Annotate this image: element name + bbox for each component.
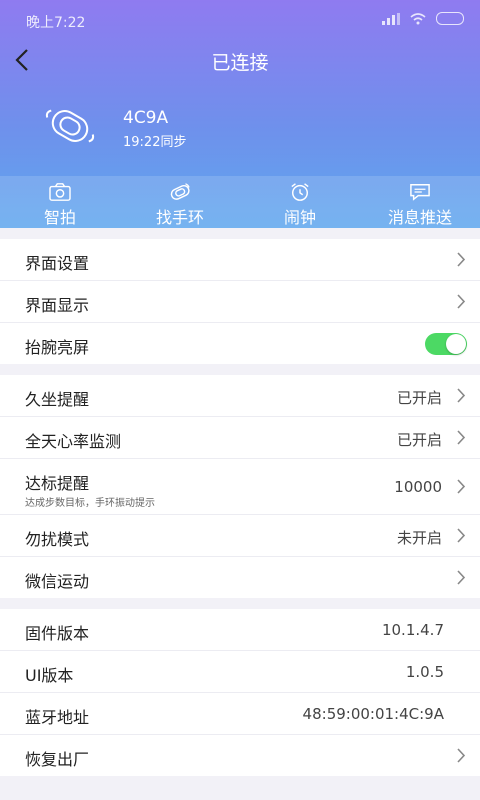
row-do-not-disturb[interactable]: 勿扰模式 未开启 (0, 515, 480, 557)
chevron-right-icon (457, 430, 466, 445)
chevron-right-icon (457, 479, 466, 494)
row-label: 勿扰模式 (25, 530, 90, 549)
row-label: 微信运动 (25, 572, 90, 591)
action-message-push[interactable]: 消息推送 (360, 176, 480, 228)
action-label: 找手环 (155, 208, 204, 227)
row-value: 48:59:00:01:4C:9A (302, 705, 444, 723)
row-label: 固件版本 (25, 624, 90, 643)
row-value: 10000 (394, 478, 442, 496)
band-icon (45, 109, 95, 143)
action-label: 消息推送 (387, 208, 452, 227)
quick-actions: 智拍 找手环 闹钟 消息推送 (0, 176, 480, 228)
row-interface-display[interactable]: 界面显示 (0, 281, 480, 323)
page-title: 已连接 (211, 52, 269, 74)
row-factory-reset[interactable]: 恢复出厂 (0, 735, 480, 776)
action-label: 闹钟 (283, 208, 316, 227)
row-label: 恢复出厂 (25, 750, 90, 769)
row-label: 界面设置 (25, 254, 90, 273)
device-sync-time: 19:22同步 (123, 135, 187, 150)
device-info: 4C9A 19:22同步 (0, 92, 480, 162)
row-label: 蓝牙地址 (25, 708, 90, 727)
row-label: 达标提醒 (25, 474, 90, 493)
row-label: 久坐提醒 (25, 390, 90, 409)
row-label: 抬腕亮屏 (25, 338, 90, 357)
action-label: 智拍 (43, 208, 76, 227)
chevron-right-icon (457, 528, 466, 543)
row-value: 已开启 (396, 389, 442, 407)
status-bar: 晚上7:22 (0, 0, 480, 40)
camera-icon (49, 183, 71, 201)
chevron-right-icon (457, 748, 466, 763)
status-time: 晚上7:22 (26, 15, 86, 31)
row-sedentary-reminder[interactable]: 久坐提醒 已开启 (0, 375, 480, 417)
row-value: 已开启 (396, 431, 442, 449)
row-value: 10.1.4.7 (381, 621, 444, 639)
message-icon (410, 184, 430, 201)
action-alarm[interactable]: 闹钟 (240, 176, 360, 228)
settings-group-device-info: 固件版本 10.1.4.7 UI版本 1.0.5 蓝牙地址 48:59:00:0… (0, 609, 480, 776)
row-bluetooth-address: 蓝牙地址 48:59:00:01:4C:9A (0, 693, 480, 735)
device-name: 4C9A (123, 108, 169, 128)
header: 晚上7:22 已连接 4C9A 19:22同步 智拍 找手环 闹钟 消息推送 (0, 0, 480, 228)
row-interface-settings[interactable]: 界面设置 (0, 239, 480, 281)
settings-group-reminders: 久坐提醒 已开启 全天心率监测 已开启 达标提醒 达成步数目标，手环振动提示 1… (0, 375, 480, 598)
alarm-clock-icon (291, 183, 309, 201)
raise-to-wake-toggle[interactable] (425, 333, 467, 355)
chevron-right-icon (457, 388, 466, 403)
wifi-icon (410, 12, 426, 24)
row-goal-reminder[interactable]: 达标提醒 达成步数目标，手环振动提示 10000 (0, 459, 480, 515)
action-smart-photo[interactable]: 智拍 (0, 176, 120, 228)
toggle-knob (446, 334, 466, 354)
find-band-icon (170, 183, 190, 200)
signal-icon (382, 12, 400, 25)
row-label: 全天心率监测 (25, 432, 122, 451)
row-label: 界面显示 (25, 296, 90, 315)
row-value: 未开启 (396, 529, 442, 547)
row-ui-version: UI版本 1.0.5 (0, 651, 480, 693)
row-heart-rate-monitor[interactable]: 全天心率监测 已开启 (0, 417, 480, 459)
settings-group-display: 界面设置 界面显示 抬腕亮屏 (0, 239, 480, 364)
system-icons (382, 12, 464, 25)
row-value: 1.0.5 (405, 663, 444, 681)
row-firmware-version: 固件版本 10.1.4.7 (0, 609, 480, 651)
battery-icon (436, 12, 464, 25)
chevron-right-icon (457, 294, 466, 309)
title-bar: 已连接 (0, 40, 480, 80)
row-label: UI版本 (25, 666, 74, 685)
row-wechat-sport[interactable]: 微信运动 (0, 557, 480, 598)
action-find-band[interactable]: 找手环 (120, 176, 240, 228)
chevron-right-icon (457, 252, 466, 267)
row-raise-to-wake: 抬腕亮屏 (0, 323, 480, 364)
chevron-right-icon (457, 570, 466, 585)
row-sublabel: 达成步数目标，手环振动提示 (25, 498, 155, 509)
